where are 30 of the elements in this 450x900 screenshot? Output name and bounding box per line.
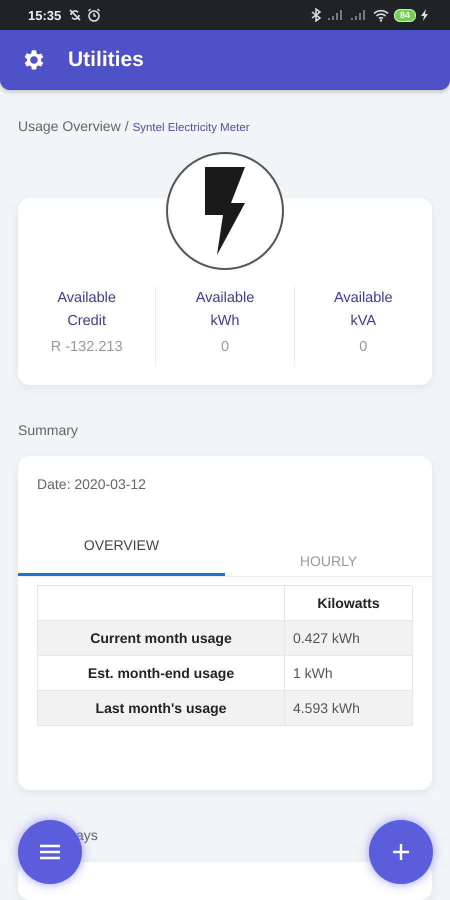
summary-date: Date: 2020-03-12 — [36, 476, 147, 492]
stat-value: 0 — [220, 339, 230, 356]
stat-label: Available kVA — [333, 289, 394, 332]
table-cell: 0.427 kWh — [284, 620, 412, 656]
battery-level: 84 — [394, 8, 416, 22]
alarm-icon — [87, 8, 102, 22]
wifi-icon — [372, 8, 389, 22]
signal-icon — [326, 9, 345, 22]
tab[interactable]: OVERVIEW — [18, 537, 225, 576]
stat-label: Available Credit — [56, 289, 117, 332]
row-label: Last month's usage — [38, 690, 284, 726]
app-title: Utilities — [68, 48, 144, 72]
signal-icon — [350, 9, 368, 22]
add-button[interactable] — [369, 820, 433, 884]
stat-label: Available kWh — [194, 289, 256, 332]
section-heading: Summary — [18, 422, 79, 438]
charging-icon — [421, 9, 428, 22]
breadcrumb-section[interactable]: Usage Overview — [18, 118, 121, 134]
status-time: 15:35 — [28, 8, 62, 23]
stat-value: 0 — [359, 339, 368, 356]
row-label: Current month usage — [38, 620, 284, 656]
bluetooth-icon — [310, 8, 322, 22]
breadcrumb-meter: Syntel Electricity Meter — [132, 122, 250, 134]
stat-value: R -132.213 — [50, 339, 123, 356]
sync-off-icon — [68, 8, 82, 22]
table-cell: 4.593 kWh — [284, 690, 412, 726]
plus-icon — [392, 843, 410, 861]
menu-icon — [39, 844, 61, 860]
breadcrumb-separator: / — [124, 118, 129, 134]
tab[interactable]: HOURLY — [225, 537, 432, 576]
